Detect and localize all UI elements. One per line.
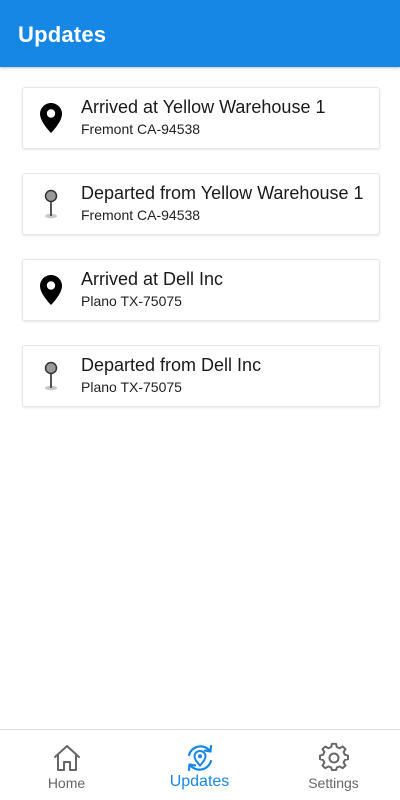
- nav-settings-label: Settings: [308, 775, 359, 791]
- page-title: Updates: [18, 22, 107, 47]
- update-location: Plano TX-75075: [81, 293, 182, 309]
- app-screen: Updates Arrived at Yellow Warehouse 1 Fr…: [0, 0, 400, 800]
- gear-icon: [318, 742, 349, 772]
- update-title: Departed from Yellow Warehouse 1: [81, 183, 364, 203]
- update-location: Fremont CA-94538: [81, 207, 201, 223]
- update-title: Departed from Dell Inc: [81, 355, 262, 375]
- update-card[interactable]: Arrived at Yellow Warehouse 1 Fremont CA…: [22, 87, 380, 149]
- update-card[interactable]: Departed from Dell Inc Plano TX-75075: [22, 345, 380, 407]
- update-location: Plano TX-75075: [81, 379, 182, 395]
- nav-home-label: Home: [47, 775, 86, 791]
- app-header: Updates: [0, 0, 400, 67]
- updates-icon: [187, 744, 212, 772]
- nav-updates-label: Updates: [169, 773, 230, 790]
- update-card[interactable]: Arrived at Dell Inc Plano TX-75075: [22, 259, 380, 321]
- update-title: Arrived at Dell Inc: [81, 269, 224, 289]
- map-marker-icon: [40, 103, 62, 133]
- update-location: Fremont CA-94538: [81, 121, 201, 137]
- nav-home[interactable]: Home: [0, 730, 133, 800]
- updates-list: Arrived at Yellow Warehouse 1 Fremont CA…: [22, 87, 380, 431]
- home-icon: [53, 745, 80, 771]
- pushpin-icon: [44, 189, 58, 219]
- update-card[interactable]: Departed from Yellow Warehouse 1 Fremont…: [22, 173, 380, 235]
- nav-settings[interactable]: Settings: [267, 730, 400, 800]
- nav-updates[interactable]: Updates: [133, 730, 266, 800]
- pushpin-icon: [44, 361, 58, 391]
- bottom-navigation: Home Updates Settings: [0, 729, 400, 800]
- update-title: Arrived at Yellow Warehouse 1: [81, 97, 326, 117]
- map-marker-icon: [40, 275, 62, 305]
